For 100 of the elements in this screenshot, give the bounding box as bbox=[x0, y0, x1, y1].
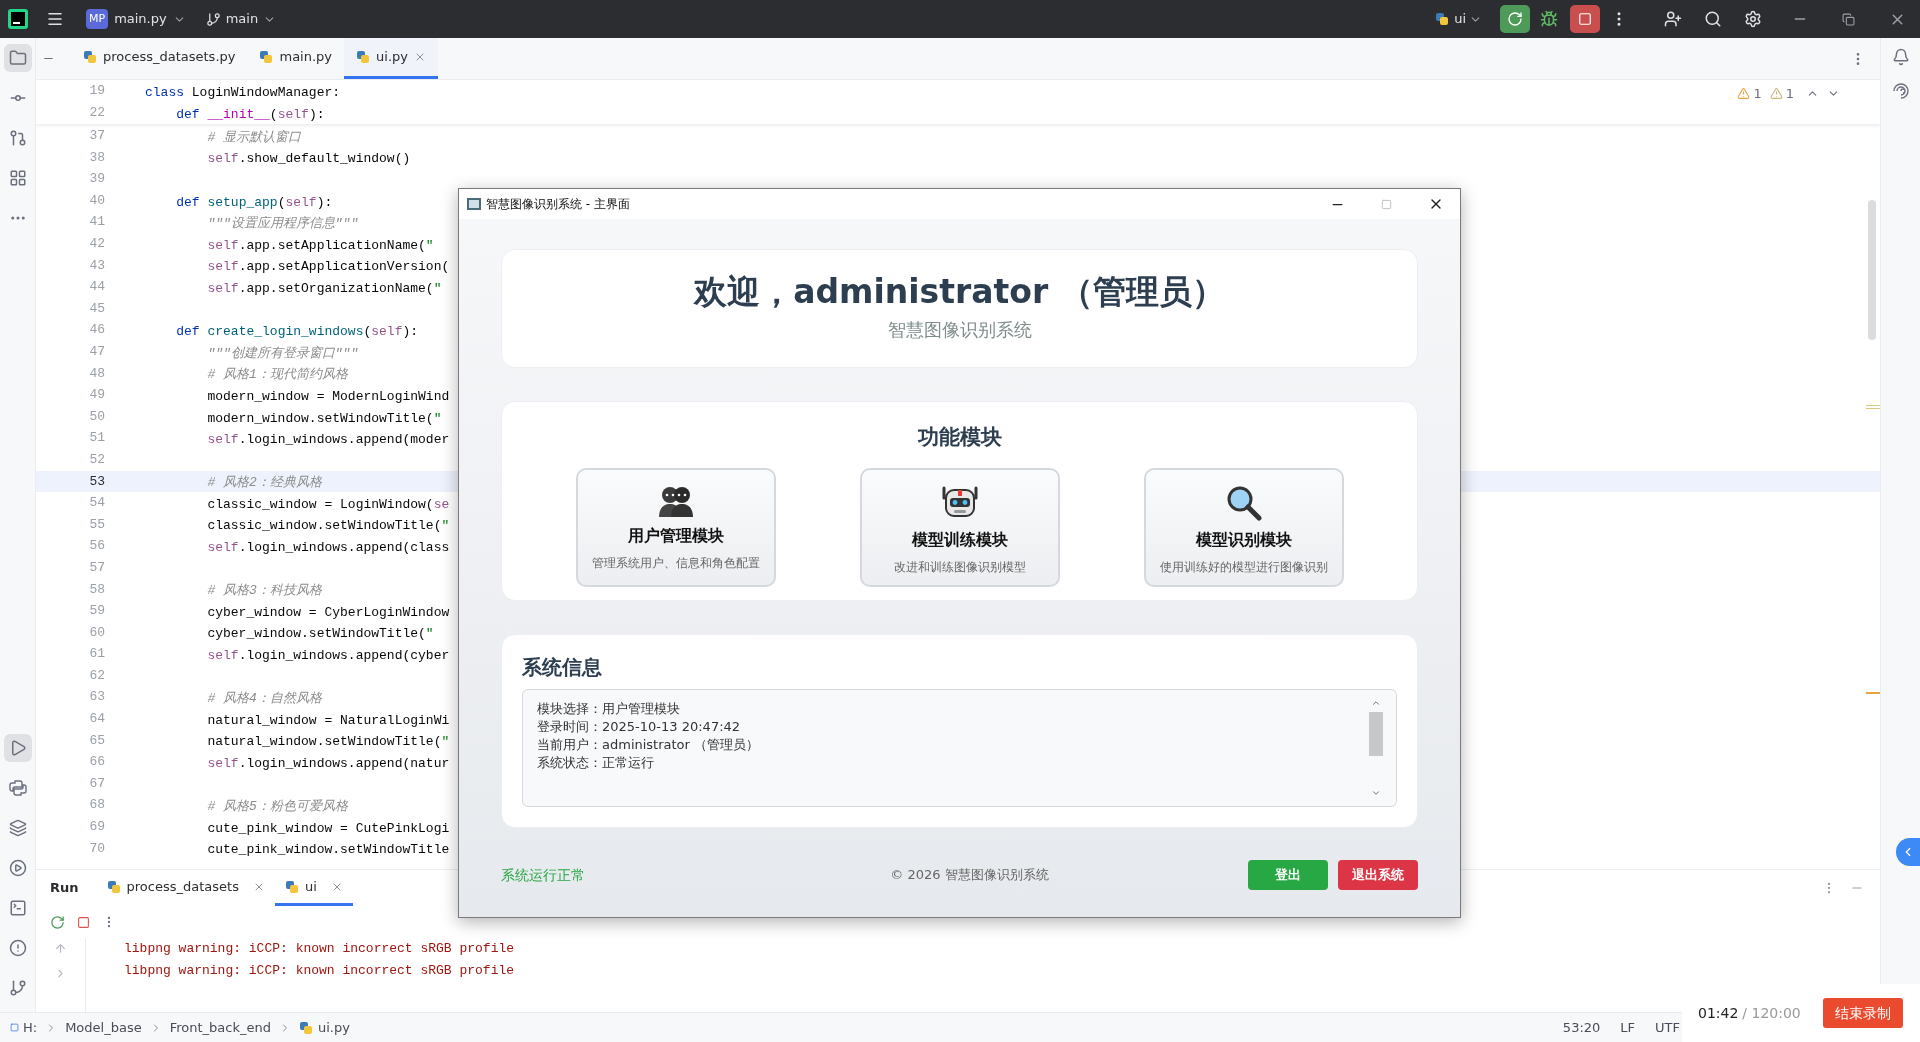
status-item[interactable]: LF bbox=[1620, 1017, 1636, 1038]
search-icon[interactable] bbox=[1704, 10, 1722, 28]
debug-icon[interactable] bbox=[1540, 10, 1558, 28]
breadcrumb-item[interactable]: H: bbox=[23, 1017, 38, 1038]
line-number: 65 bbox=[89, 731, 105, 750]
warning-count[interactable]: 1 bbox=[1785, 84, 1794, 104]
menu-icon[interactable] bbox=[46, 10, 64, 28]
run-tab[interactable]: process_datasets bbox=[96, 870, 275, 906]
info-text-area[interactable]: 模块选择：用户管理模块 登录时间：2025-10-13 20:47:42 当前用户：administrator （管理员） 系统状态：正常运行 bbox=[522, 689, 1397, 807]
exit-button[interactable]: 退出系统 bbox=[1338, 860, 1418, 890]
code-line: natural_window.setWindowTitle(" bbox=[206, 734, 450, 750]
breadcrumb-item[interactable]: ui.py bbox=[317, 1017, 350, 1038]
code-line: self.login_windows.append(moder bbox=[206, 432, 450, 448]
console-line: libpng warning: iCCP: known incorrect sRGB profile bbox=[124, 940, 515, 958]
info-line: 当前用户：administrator （管理员） bbox=[537, 736, 761, 754]
run-config-name[interactable]: ui bbox=[1454, 9, 1466, 29]
system-subtitle: 智慧图像识别系统 bbox=[887, 317, 1032, 342]
breadcrumb-item[interactable]: Front_back_end bbox=[169, 1017, 271, 1038]
editor-tab[interactable]: process_datasets.py bbox=[71, 38, 248, 79]
settings-icon[interactable] bbox=[1744, 10, 1762, 28]
tab-label: process_datasets.py bbox=[103, 48, 236, 67]
scrollbar-thumb[interactable] bbox=[1369, 712, 1383, 756]
info-line: 系统状态：正常运行 bbox=[537, 754, 655, 772]
code-line: self.app.setOrganizationName(" bbox=[206, 280, 442, 296]
scroll-down-icon[interactable] bbox=[1371, 788, 1381, 798]
status-item[interactable]: UTF bbox=[1655, 1017, 1680, 1038]
info-line: 模块选择：用户管理模块 bbox=[537, 700, 681, 718]
code-line: natural_window = NaturalLoginWi bbox=[206, 712, 450, 728]
line-number: 47 bbox=[89, 343, 105, 361]
module-tile[interactable]: 模型识别模块 使用训练好的模型进行图像识别 bbox=[1143, 467, 1344, 587]
code-line: self.show_default_window() bbox=[206, 151, 411, 167]
module-tile[interactable]: 模型训练模块 改进和训练图像识别模型 bbox=[859, 467, 1060, 587]
terminal-icon[interactable] bbox=[8, 899, 27, 917]
layers-icon[interactable] bbox=[8, 819, 27, 837]
tool-window-button[interactable] bbox=[3, 734, 32, 762]
warning-count[interactable]: 1 bbox=[1753, 84, 1762, 104]
breadcrumb-item[interactable]: Model_base bbox=[65, 1017, 142, 1038]
code-line: cute_pink_window.setWindowTitle bbox=[206, 842, 450, 858]
section-heading: 功能模块 bbox=[917, 424, 1002, 451]
notifications-icon[interactable] bbox=[1891, 48, 1910, 66]
panel-title: Run bbox=[50, 879, 79, 898]
module-tile[interactable]: 用户管理模块 管理系统用户、信息和角色配置 bbox=[575, 467, 776, 587]
stop-button[interactable] bbox=[1570, 5, 1600, 33]
problems-icon[interactable] bbox=[8, 939, 27, 957]
line-number: 64 bbox=[89, 710, 105, 729]
collapse-side-button[interactable] bbox=[1896, 838, 1920, 866]
structure-icon[interactable] bbox=[8, 169, 27, 187]
tool-window-button[interactable] bbox=[3, 44, 32, 72]
editor-tab[interactable]: ui.py bbox=[344, 38, 438, 79]
code-line: """设置应用程序信息""" bbox=[206, 216, 359, 232]
stop-icon[interactable] bbox=[77, 915, 90, 929]
code-line: classic_window.setWindowTitle(" bbox=[206, 518, 450, 534]
code-line: # 风格4：自然风格 bbox=[206, 691, 322, 707]
line-number: 49 bbox=[89, 386, 105, 405]
project-name[interactable]: main.py bbox=[114, 9, 167, 29]
code-line: # 风格1：现代简约风格 bbox=[206, 367, 348, 383]
elapsed-time: 01:42 bbox=[1698, 1003, 1739, 1023]
pull-request-icon[interactable] bbox=[8, 129, 27, 147]
rerun-button[interactable] bbox=[1500, 5, 1530, 33]
line-number: 59 bbox=[89, 602, 105, 621]
branch-name[interactable]: main bbox=[225, 9, 259, 29]
app-logo-icon[interactable] bbox=[8, 9, 28, 29]
python-icon bbox=[298, 1020, 313, 1035]
line-number: 50 bbox=[89, 407, 105, 426]
scroll-up-icon[interactable] bbox=[1371, 698, 1381, 708]
line-number: 19 bbox=[89, 82, 105, 101]
code-line: def create_login_windows(self): bbox=[175, 324, 419, 340]
module-title: 模型识别模块 bbox=[1195, 528, 1292, 551]
module-title: 模型训练模块 bbox=[911, 528, 1008, 551]
folder-icon[interactable] bbox=[8, 49, 27, 67]
line-number: 67 bbox=[89, 774, 105, 793]
module-icon bbox=[10, 1023, 19, 1032]
restore-icon[interactable] bbox=[1842, 12, 1855, 26]
spiral-icon[interactable] bbox=[1891, 82, 1910, 100]
stop-recording-button[interactable]: 结束录制 bbox=[1822, 998, 1903, 1028]
add-user-icon[interactable] bbox=[1664, 10, 1682, 28]
run-tab[interactable]: ui bbox=[274, 870, 353, 906]
window-icon bbox=[467, 198, 481, 210]
code-line: self.login_windows.append(cyber bbox=[206, 648, 450, 664]
line-number: 44 bbox=[89, 278, 105, 297]
services-icon[interactable] bbox=[8, 859, 27, 877]
python-console-icon[interactable] bbox=[8, 779, 27, 797]
scrollbar-thumb[interactable] bbox=[1868, 200, 1876, 340]
git-icon[interactable] bbox=[8, 979, 27, 997]
status-item[interactable]: 53:20 bbox=[1562, 1017, 1601, 1038]
python-icon bbox=[259, 50, 274, 64]
line-number: 58 bbox=[89, 580, 105, 599]
code-line: modern_window.setWindowTitle(" bbox=[206, 410, 442, 426]
console-line: libpng warning: iCCP: known incorrect sRGB profile bbox=[124, 962, 515, 980]
window-title: 智慧图像识别系统 - 主界面 bbox=[486, 196, 630, 213]
rerun-icon[interactable] bbox=[50, 914, 65, 930]
line-number: 38 bbox=[89, 148, 105, 167]
module-description: 改进和训练图像识别模型 bbox=[893, 558, 1026, 576]
python-icon bbox=[106, 879, 121, 894]
editor-tab[interactable]: main.py bbox=[247, 38, 345, 79]
branch-icon[interactable] bbox=[205, 11, 221, 27]
line-number: 54 bbox=[89, 494, 105, 513]
code-line: # 显示默认窗口 bbox=[206, 129, 301, 145]
section-heading: 系统信息 bbox=[522, 655, 603, 679]
line-number: 42 bbox=[89, 235, 105, 253]
